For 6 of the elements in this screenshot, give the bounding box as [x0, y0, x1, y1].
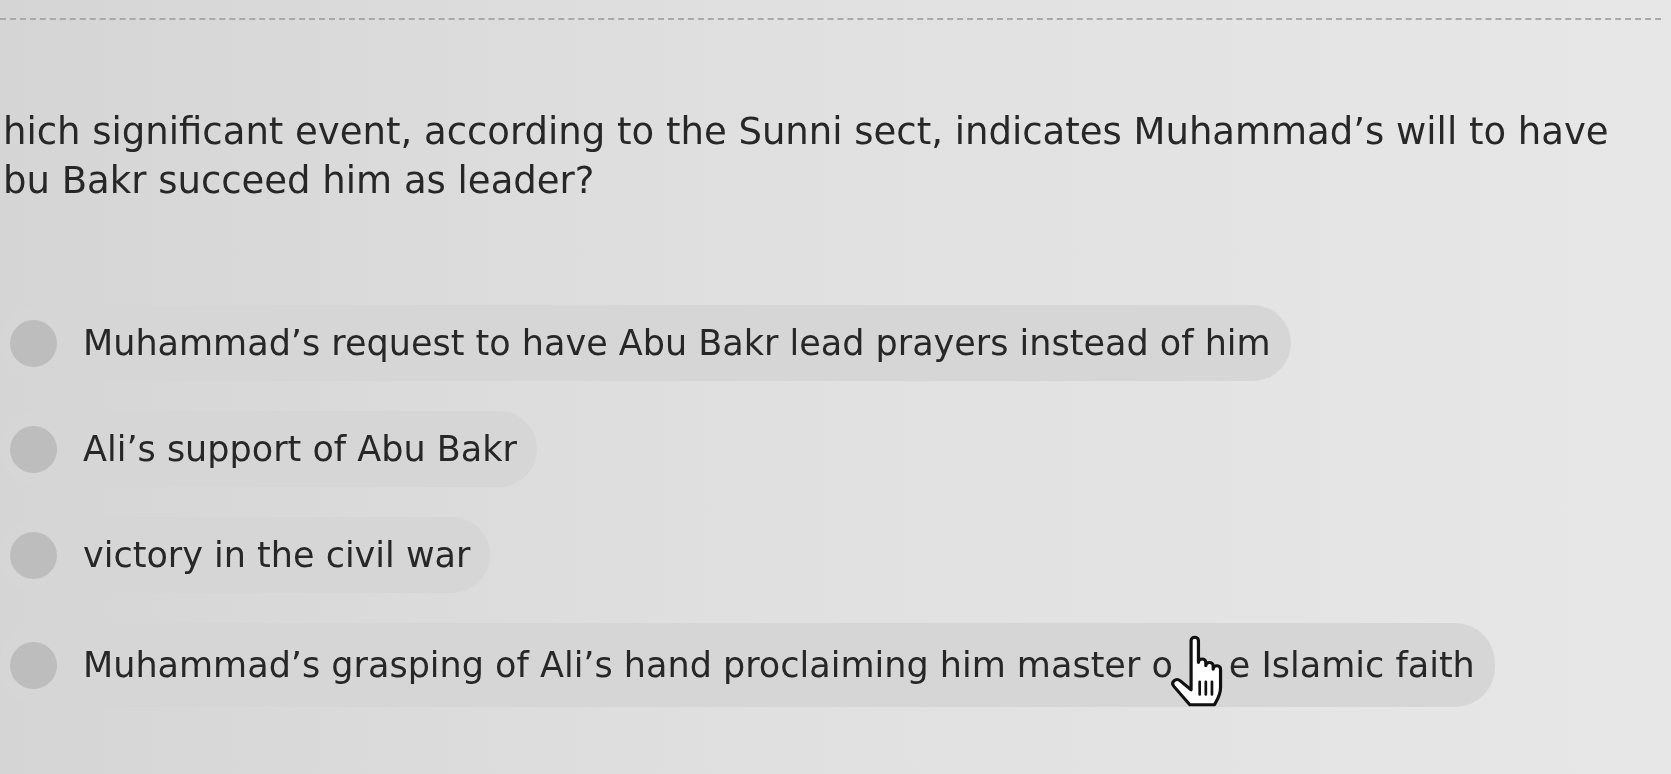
radio-button[interactable] — [10, 319, 57, 367]
radio-button[interactable] — [10, 425, 57, 473]
radio-button[interactable] — [10, 641, 57, 689]
question-text: bu Bakr succeed him as leader? — [2, 158, 596, 204]
question-text: hich significant event, according to the Sunni sect, indicates Muhammad’s will to have — [2, 109, 1610, 155]
radio-button[interactable] — [10, 531, 57, 579]
